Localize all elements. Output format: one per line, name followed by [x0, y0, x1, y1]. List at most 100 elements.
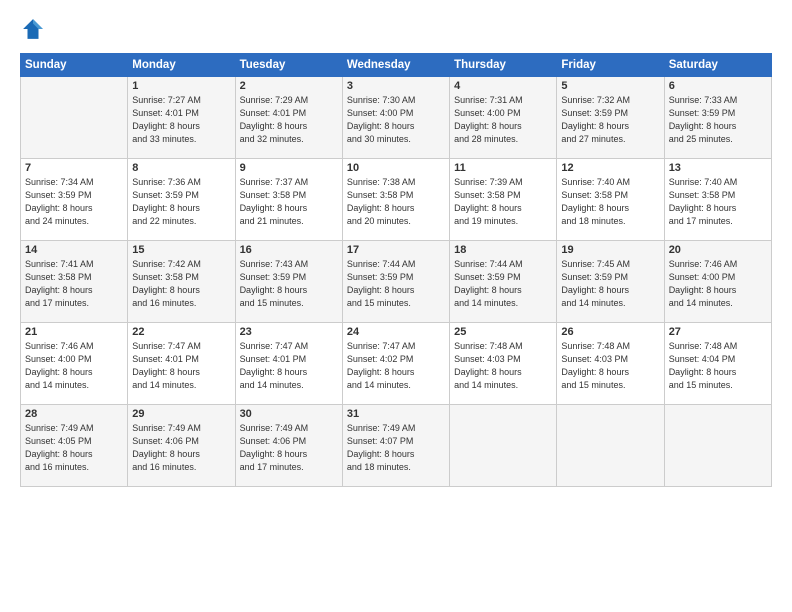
day-number: 28	[25, 408, 123, 420]
calendar-cell: 12Sunrise: 7:40 AM Sunset: 3:58 PM Dayli…	[557, 159, 664, 241]
day-number: 29	[132, 408, 230, 420]
day-number: 6	[669, 80, 767, 92]
calendar-cell: 27Sunrise: 7:48 AM Sunset: 4:04 PM Dayli…	[664, 323, 771, 405]
weekday-header-row: SundayMondayTuesdayWednesdayThursdayFrid…	[21, 54, 772, 77]
day-info: Sunrise: 7:34 AM Sunset: 3:59 PM Dayligh…	[25, 176, 123, 228]
calendar-cell: 3 Sunrise: 7:30 AM Sunset: 4:00 PM Daylig…	[342, 77, 449, 159]
day-info: Sunrise: 7:33 AM Sunset: 3:59 PM Dayligh…	[669, 94, 767, 146]
calendar-cell	[21, 77, 128, 159]
day-info: Sunrise: 7:47 AM Sunset: 4:02 PM Dayligh…	[347, 340, 445, 392]
calendar-table: SundayMondayTuesdayWednesdayThursdayFrid…	[20, 53, 772, 487]
calendar-cell: 11Sunrise: 7:39 AM Sunset: 3:58 PM Dayli…	[450, 159, 557, 241]
day-info: Sunrise: 7:47 AM Sunset: 4:01 PM Dayligh…	[132, 340, 230, 392]
day-info: Sunrise: 7:40 AM Sunset: 3:58 PM Dayligh…	[669, 176, 767, 228]
day-number: 17	[347, 244, 445, 256]
weekday-friday: Friday	[557, 54, 664, 77]
calendar-cell: 21 Sunrise: 7:46 AM Sunset: 4:00 PM Dayli…	[21, 323, 128, 405]
day-info: Sunrise: 7:27 AM Sunset: 4:01 PM Dayligh…	[132, 94, 230, 146]
day-number: 22	[132, 326, 230, 338]
day-info: Sunrise: 7:49 AM Sunset: 4:07 PM Dayligh…	[347, 422, 445, 474]
day-number: 18	[454, 244, 552, 256]
day-info: Sunrise: 7:29 AM Sunset: 4:01 PM Dayligh…	[240, 94, 338, 146]
calendar-cell: 16 Sunrise: 7:43 AM Sunset: 3:59 PM Dayli…	[235, 241, 342, 323]
day-number: 12	[561, 162, 659, 174]
day-number: 14	[25, 244, 123, 256]
day-info: Sunrise: 7:45 AM Sunset: 3:59 PM Dayligh…	[561, 258, 659, 310]
calendar-cell: 29Sunrise: 7:49 AM Sunset: 4:06 PM Dayli…	[128, 405, 235, 487]
week-row-4: 21 Sunrise: 7:46 AM Sunset: 4:00 PM Dayli…	[21, 323, 772, 405]
weekday-saturday: Saturday	[664, 54, 771, 77]
day-number: 4	[454, 80, 552, 92]
day-info: Sunrise: 7:48 AM Sunset: 4:03 PM Dayligh…	[454, 340, 552, 392]
calendar-cell: 9 Sunrise: 7:37 AM Sunset: 3:58 PM Daylig…	[235, 159, 342, 241]
day-number: 27	[669, 326, 767, 338]
calendar-cell: 19 Sunrise: 7:45 AM Sunset: 3:59 PM Dayli…	[557, 241, 664, 323]
calendar-cell: 25 Sunrise: 7:48 AM Sunset: 4:03 PM Dayli…	[450, 323, 557, 405]
day-info: Sunrise: 7:43 AM Sunset: 3:59 PM Dayligh…	[240, 258, 338, 310]
calendar-cell: 6 Sunrise: 7:33 AM Sunset: 3:59 PM Daylig…	[664, 77, 771, 159]
day-number: 16	[240, 244, 338, 256]
calendar-cell: 20Sunrise: 7:46 AM Sunset: 4:00 PM Dayli…	[664, 241, 771, 323]
calendar-cell: 18 Sunrise: 7:44 AM Sunset: 3:59 PM Dayli…	[450, 241, 557, 323]
day-info: Sunrise: 7:36 AM Sunset: 3:59 PM Dayligh…	[132, 176, 230, 228]
calendar-cell: 15 Sunrise: 7:42 AM Sunset: 3:58 PM Dayli…	[128, 241, 235, 323]
calendar-cell: 14 Sunrise: 7:41 AM Sunset: 3:58 PM Dayli…	[21, 241, 128, 323]
week-row-3: 14 Sunrise: 7:41 AM Sunset: 3:58 PM Dayli…	[21, 241, 772, 323]
day-number: 15	[132, 244, 230, 256]
day-number: 30	[240, 408, 338, 420]
day-number: 9	[240, 162, 338, 174]
day-number: 8	[132, 162, 230, 174]
calendar-cell: 1 Sunrise: 7:27 AM Sunset: 4:01 PM Daylig…	[128, 77, 235, 159]
logo-icon	[22, 18, 44, 40]
weekday-thursday: Thursday	[450, 54, 557, 77]
calendar-cell: 17 Sunrise: 7:44 AM Sunset: 3:59 PM Dayli…	[342, 241, 449, 323]
week-row-1: 1 Sunrise: 7:27 AM Sunset: 4:01 PM Daylig…	[21, 77, 772, 159]
calendar-cell	[450, 405, 557, 487]
day-info: Sunrise: 7:38 AM Sunset: 3:58 PM Dayligh…	[347, 176, 445, 228]
calendar-cell: 31Sunrise: 7:49 AM Sunset: 4:07 PM Dayli…	[342, 405, 449, 487]
header	[20, 18, 772, 45]
day-info: Sunrise: 7:46 AM Sunset: 4:00 PM Dayligh…	[25, 340, 123, 392]
day-number: 11	[454, 162, 552, 174]
weekday-monday: Monday	[128, 54, 235, 77]
week-row-2: 7 Sunrise: 7:34 AM Sunset: 3:59 PM Daylig…	[21, 159, 772, 241]
day-number: 13	[669, 162, 767, 174]
day-info: Sunrise: 7:37 AM Sunset: 3:58 PM Dayligh…	[240, 176, 338, 228]
weekday-tuesday: Tuesday	[235, 54, 342, 77]
calendar-cell: 5 Sunrise: 7:32 AM Sunset: 3:59 PM Daylig…	[557, 77, 664, 159]
day-info: Sunrise: 7:42 AM Sunset: 3:58 PM Dayligh…	[132, 258, 230, 310]
weekday-wednesday: Wednesday	[342, 54, 449, 77]
day-info: Sunrise: 7:44 AM Sunset: 3:59 PM Dayligh…	[454, 258, 552, 310]
day-info: Sunrise: 7:31 AM Sunset: 4:00 PM Dayligh…	[454, 94, 552, 146]
logo	[20, 18, 44, 45]
day-info: Sunrise: 7:32 AM Sunset: 3:59 PM Dayligh…	[561, 94, 659, 146]
day-number: 21	[25, 326, 123, 338]
day-number: 20	[669, 244, 767, 256]
calendar-body: 1 Sunrise: 7:27 AM Sunset: 4:01 PM Daylig…	[21, 77, 772, 487]
calendar-cell: 2 Sunrise: 7:29 AM Sunset: 4:01 PM Daylig…	[235, 77, 342, 159]
week-row-5: 28 Sunrise: 7:49 AM Sunset: 4:05 PM Dayli…	[21, 405, 772, 487]
calendar-cell	[664, 405, 771, 487]
day-number: 25	[454, 326, 552, 338]
day-info: Sunrise: 7:30 AM Sunset: 4:00 PM Dayligh…	[347, 94, 445, 146]
calendar-cell: 10Sunrise: 7:38 AM Sunset: 3:58 PM Dayli…	[342, 159, 449, 241]
day-info: Sunrise: 7:49 AM Sunset: 4:06 PM Dayligh…	[240, 422, 338, 474]
day-number: 7	[25, 162, 123, 174]
day-info: Sunrise: 7:49 AM Sunset: 4:05 PM Dayligh…	[25, 422, 123, 474]
day-info: Sunrise: 7:48 AM Sunset: 4:03 PM Dayligh…	[561, 340, 659, 392]
weekday-sunday: Sunday	[21, 54, 128, 77]
day-number: 2	[240, 80, 338, 92]
calendar-cell: 23Sunrise: 7:47 AM Sunset: 4:01 PM Dayli…	[235, 323, 342, 405]
day-info: Sunrise: 7:41 AM Sunset: 3:58 PM Dayligh…	[25, 258, 123, 310]
page: SundayMondayTuesdayWednesdayThursdayFrid…	[0, 0, 792, 612]
calendar-cell: 13 Sunrise: 7:40 AM Sunset: 3:58 PM Dayli…	[664, 159, 771, 241]
calendar-cell	[557, 405, 664, 487]
day-number: 23	[240, 326, 338, 338]
day-number: 3	[347, 80, 445, 92]
calendar-cell: 30 Sunrise: 7:49 AM Sunset: 4:06 PM Dayli…	[235, 405, 342, 487]
day-number: 5	[561, 80, 659, 92]
day-number: 19	[561, 244, 659, 256]
calendar-cell: 22 Sunrise: 7:47 AM Sunset: 4:01 PM Dayli…	[128, 323, 235, 405]
day-info: Sunrise: 7:44 AM Sunset: 3:59 PM Dayligh…	[347, 258, 445, 310]
day-number: 1	[132, 80, 230, 92]
